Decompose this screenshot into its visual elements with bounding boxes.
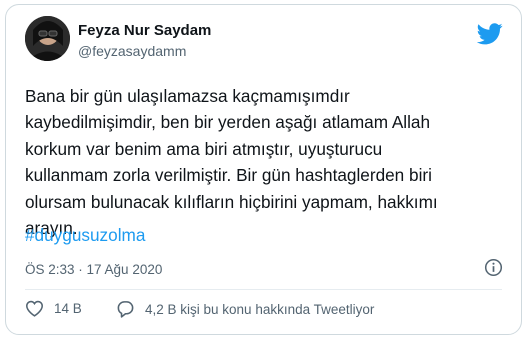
avatar[interactable] [25, 16, 70, 61]
tweet-text: Bana bir gün ulaşılamazsa kaçmamışımdır … [25, 86, 438, 239]
twitter-bird-icon[interactable] [477, 23, 503, 45]
divider [25, 289, 502, 290]
author-name[interactable]: Feyza Nur Saydam [78, 22, 211, 39]
tweet-timestamp[interactable]: ÖS 2:33 · 17 Ağu 2020 [25, 262, 162, 277]
author-handle[interactable]: @feyzasaydamm [78, 43, 186, 59]
reply-summary: 4,2 B kişi bu konu hakkında Tweetliyor [145, 301, 375, 317]
tweet-card: Feyza Nur Saydam @feyzasaydamm Bana bir … [5, 4, 522, 335]
reply-button[interactable]: 4,2 B kişi bu konu hakkında Tweetliyor [116, 300, 374, 318]
avatar-image [25, 16, 70, 61]
reply-bubble-icon [117, 301, 134, 318]
info-icon[interactable] [484, 258, 503, 277]
like-count: 14 B [54, 301, 82, 316]
hashtag-link[interactable]: #duygusuzolma [25, 225, 145, 246]
heart-icon [25, 300, 44, 317]
like-button[interactable]: 14 B [25, 300, 82, 317]
